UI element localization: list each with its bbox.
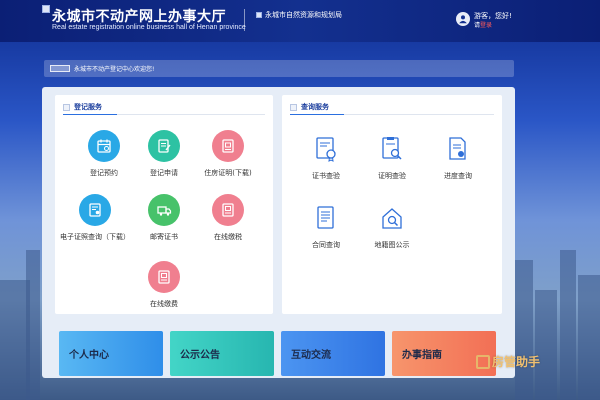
service-e-license[interactable]: 电子证照查询（下载） [58, 194, 132, 242]
fee-payment-icon [148, 261, 180, 293]
service-label: 住房证明(下载) [204, 169, 252, 177]
registration-header: 登记服务 [63, 102, 102, 112]
query-panel: 查询服务 证书查验 证明查验 进度查询 合同查询 地籍图公示 [282, 95, 502, 314]
query-title: 查询服务 [301, 103, 329, 111]
registration-panel: 登记服务 登记预约 登记申请 住房证明(下载) 电子证照查询（下载） 邮寄证书 [55, 95, 273, 314]
query-cadastral-map[interactable]: 地籍图公示 [356, 202, 428, 250]
service-label: 登记申请 [150, 169, 178, 177]
query-label: 证书查验 [312, 172, 340, 180]
registration-rule [63, 114, 265, 115]
service-online-tax[interactable]: 在线缴税 [192, 194, 264, 242]
query-label: 证明查验 [378, 172, 406, 180]
watermark-logo-icon [476, 354, 490, 369]
header-divider [244, 9, 245, 31]
site-title: 永城市不动产网上办事大厅 [52, 9, 226, 25]
user-avatar-icon[interactable] [456, 12, 470, 26]
watermark: 房管助手 [476, 353, 540, 370]
query-label: 合同查询 [312, 241, 340, 249]
service-online-fee[interactable]: 在线缴费 [128, 261, 200, 309]
query-header-icon [290, 103, 297, 111]
card-label: 办事指南 [402, 350, 442, 361]
site-logo [42, 5, 50, 13]
query-certificate-verify[interactable]: 证书查验 [290, 133, 362, 181]
certificate-verify-icon [312, 133, 340, 165]
card-label: 个人中心 [69, 350, 109, 361]
query-progress[interactable]: 进度查询 [422, 133, 494, 181]
e-license-icon [79, 194, 111, 226]
service-label: 登记预约 [90, 169, 118, 177]
tax-payment-icon [212, 194, 244, 226]
query-label: 进度查询 [444, 172, 472, 180]
watermark-text: 房管助手 [492, 355, 541, 369]
bureau-logo-icon [256, 12, 262, 18]
proof-search-icon [378, 133, 406, 165]
query-label: 地籍图公示 [374, 241, 410, 249]
query-proof-verify[interactable]: 证明查验 [356, 133, 428, 181]
welcome-bar: 永城市不动产登记中心欢迎您! [44, 60, 514, 77]
service-housing-proof[interactable]: 住房证明(下载) [192, 130, 264, 178]
cadastral-map-icon [378, 202, 406, 234]
card-label: 互动交流 [291, 350, 331, 361]
query-header: 查询服务 [290, 102, 329, 112]
contract-icon [312, 202, 340, 234]
registration-title: 登记服务 [74, 103, 102, 111]
progress-doc-icon [444, 133, 472, 165]
bureau-name: 永城市自然资源和规划局 [265, 11, 342, 19]
public-notice-card[interactable]: 公示公告 [170, 331, 274, 376]
login-link[interactable]: 登录 [480, 22, 492, 29]
service-label: 电子证照查询（下载） [60, 233, 130, 241]
registration-header-icon [63, 103, 70, 111]
service-application[interactable]: 登记申请 [128, 130, 200, 178]
service-label: 在线缴费 [150, 300, 178, 308]
welcome-image-icon [50, 65, 70, 72]
calendar-icon [88, 130, 120, 162]
site-subtitle: Real estate registration online business… [52, 24, 246, 31]
service-mail-certificate[interactable]: 邮寄证书 [128, 194, 200, 242]
certificate-download-icon [212, 130, 244, 162]
delivery-truck-icon [148, 194, 180, 226]
service-label: 在线缴税 [214, 233, 242, 241]
login-prompt: 请登录 [474, 20, 492, 29]
query-contract[interactable]: 合同查询 [290, 202, 362, 250]
interaction-card[interactable]: 互动交流 [281, 331, 385, 376]
form-edit-icon [148, 130, 180, 162]
service-label: 邮寄证书 [150, 233, 178, 241]
welcome-text: 永城市不动产登记中心欢迎您! [74, 66, 155, 73]
query-rule [290, 114, 494, 115]
card-label: 公示公告 [180, 350, 220, 361]
personal-center-card[interactable]: 个人中心 [59, 331, 163, 376]
bureau-link[interactable]: 永城市自然资源和规划局 [256, 10, 342, 20]
